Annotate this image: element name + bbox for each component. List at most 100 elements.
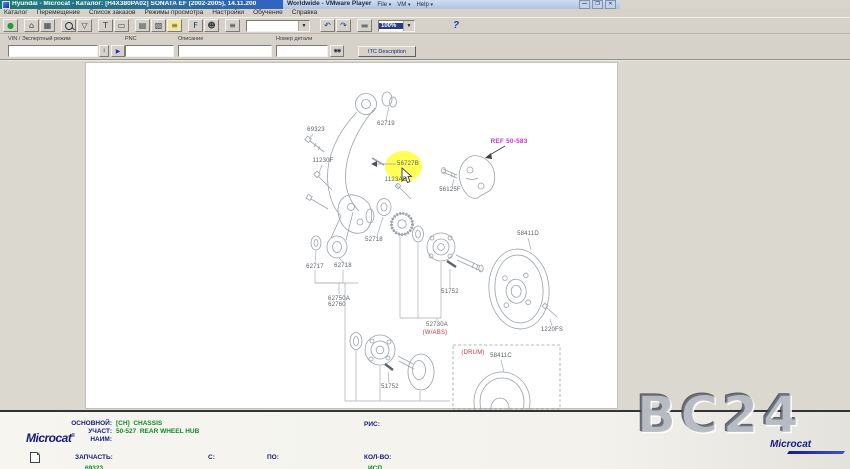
part-callout[interactable]: 51752	[441, 289, 459, 295]
list-icon[interactable]: ≡	[225, 19, 240, 32]
home-icon[interactable]: ⌂	[24, 19, 39, 32]
notes-icon[interactable]: ≡	[167, 19, 182, 32]
exit-icon[interactable]: ●	[3, 19, 18, 32]
menu-item[interactable]: Справка	[292, 10, 318, 17]
part-callout[interactable]: 51752	[381, 384, 399, 390]
microcat-brand-right: Microcat	[770, 440, 811, 450]
footer-column-label: ПО:	[267, 455, 279, 462]
guest-window-titlebar[interactable]: Hyundai - Microcat - Каталог: [H4X380PA0…	[0, 0, 283, 9]
menu-item[interactable]: Список заказов	[89, 10, 136, 17]
titlebar-filler	[620, 0, 850, 9]
footer-panel: Microcat® ОСНОВНОЙ:[CH] CHASSISУЧАСТ:50-…	[0, 410, 850, 469]
chevron-down-icon: ▾	[408, 2, 411, 8]
exit-icon: ●	[7, 22, 14, 30]
menu-item[interactable]: Режимы просмотра	[145, 10, 204, 17]
filter-icon: ▽	[81, 22, 87, 30]
undo-icon[interactable]: ↶	[320, 19, 335, 32]
part-search-button[interactable]: ◉◉	[330, 45, 344, 57]
zoom-combobox-value: 100%	[379, 23, 403, 29]
document-icon[interactable]	[30, 452, 40, 463]
part-number-input[interactable]	[276, 45, 328, 57]
notes-icon: ≡	[171, 22, 178, 30]
close-button[interactable]: ✕	[605, 0, 616, 9]
window-buttons: —❐✕	[579, 0, 616, 9]
user-search-icon[interactable]: ☻	[204, 19, 219, 32]
description-input[interactable]	[178, 45, 272, 57]
vehicle-image-icon[interactable]: ▦	[40, 19, 55, 32]
part-callout[interactable]: 62719	[377, 121, 395, 127]
part-callout[interactable]: 1123AD	[385, 177, 407, 183]
menu-bar: Каталог Перемещение Список заказов Режимы п…	[0, 9, 850, 18]
vmware-title: Worldwide - VMware Player	[287, 1, 371, 8]
vmware-menu-file[interactable]: File ▾	[377, 2, 391, 8]
zoom-combobox[interactable]: 100% ▼	[378, 20, 415, 32]
pnc-input[interactable]	[125, 45, 174, 57]
menu-item[interactable]: Настройки	[212, 10, 244, 17]
index-icon[interactable]: F	[188, 19, 203, 32]
footer-column-label: КОЛ-ВО:	[364, 455, 391, 462]
part-callout[interactable]: 11230F	[312, 158, 333, 164]
play-icon: ▶	[116, 48, 121, 55]
pnc-label: PNC	[125, 37, 137, 43]
restore-button[interactable]: ❐	[592, 0, 603, 9]
part-callout[interactable]: 56727B	[397, 161, 419, 167]
screen: Hyundai - Microcat - Каталог: [H4X380PA0…	[0, 0, 850, 469]
history-combobox[interactable]: ▼	[246, 20, 310, 32]
menu-item[interactable]: Каталог	[4, 10, 28, 17]
redo-icon[interactable]: ↷	[336, 19, 351, 32]
vmware-menu-vm[interactable]: VM ▾	[397, 2, 410, 8]
text-label-icon: T	[103, 22, 108, 30]
chevron-down-icon[interactable]: ▼	[403, 21, 414, 31]
chevron-down-icon: ▾	[389, 2, 392, 8]
minimize-button[interactable]: —	[579, 0, 590, 9]
search-icon[interactable]	[61, 19, 76, 32]
up-down-icon: ↕	[103, 48, 106, 54]
vin-input[interactable]	[8, 45, 98, 57]
brand-swoosh	[787, 451, 845, 454]
vin-go-button[interactable]: ▶	[111, 45, 125, 57]
part-callout[interactable]: 52718	[365, 237, 383, 243]
search-icon	[65, 22, 73, 30]
part-number-label: Номер детали	[276, 37, 312, 43]
menu-item[interactable]: Обучение	[253, 10, 283, 17]
text-label-icon[interactable]: T	[98, 19, 113, 32]
vmware-menu-help[interactable]: Help ▾	[416, 2, 433, 8]
print-preview-icon[interactable]: ▧	[151, 19, 166, 32]
vehicle-image-icon: ▦	[44, 22, 52, 30]
part-callout[interactable]: 69323	[307, 127, 325, 133]
part-callout[interactable]: 62718	[334, 263, 352, 269]
app-icon	[2, 1, 10, 9]
part-callout[interactable]: 62760	[328, 302, 346, 308]
part-callout[interactable]: 58411C	[490, 353, 512, 359]
part-callout[interactable]: 62717	[306, 264, 324, 270]
vmware-titlebar[interactable]: Worldwide - VMware Player File ▾ VM ▾ Help…	[283, 0, 620, 9]
comment-icon: ▬	[361, 22, 369, 30]
comment-icon[interactable]: ▬	[357, 19, 372, 32]
footer-field-label: ОСНОВНОЙ:	[50, 421, 112, 428]
binoculars-icon: ◉◉	[334, 48, 341, 54]
vin-spinner[interactable]: ↕	[99, 45, 109, 57]
chevron-down-icon[interactable]: ▼	[298, 21, 309, 31]
part-callout[interactable]: (DRUM)	[461, 350, 484, 356]
part-callout[interactable]: REF 50-583	[490, 139, 527, 146]
part-callout[interactable]: 52730A	[426, 322, 448, 328]
help-button[interactable]: ?	[449, 19, 463, 32]
ric-label: РИС:	[364, 422, 380, 429]
search-bar: VIN / Экспертный режим ↕ ▶ PNC Описание …	[0, 34, 850, 61]
watermark: BC24	[636, 389, 802, 441]
toolbar: ● ⌂ ▦ ▽ T ▭ ▤▧ ≡ F ☻ ≡ ▼ ↶ ↷ ▬ 100% ▼ ?	[0, 18, 850, 34]
itc-description-button[interactable]: ITC Description	[358, 46, 416, 57]
filter-icon[interactable]: ▽	[77, 19, 92, 32]
monitor-icon[interactable]: ▭	[114, 19, 129, 32]
footer-column-label: ЗАПЧАСТЬ:	[75, 455, 113, 462]
print-icon[interactable]: ▤	[135, 19, 150, 32]
list-icon: ≡	[229, 22, 236, 30]
index-icon: F	[193, 22, 198, 30]
part-callout[interactable]: 56125F	[439, 187, 461, 193]
part-callout[interactable]: 1220FS	[541, 327, 563, 333]
menu-item[interactable]: Перемещение	[37, 10, 80, 17]
footer-column-label: С:	[208, 455, 215, 462]
part-callout[interactable]: (W/ABS)	[423, 330, 448, 336]
part-callout[interactable]: 58411D	[517, 231, 539, 237]
undo-icon: ↶	[324, 22, 331, 30]
